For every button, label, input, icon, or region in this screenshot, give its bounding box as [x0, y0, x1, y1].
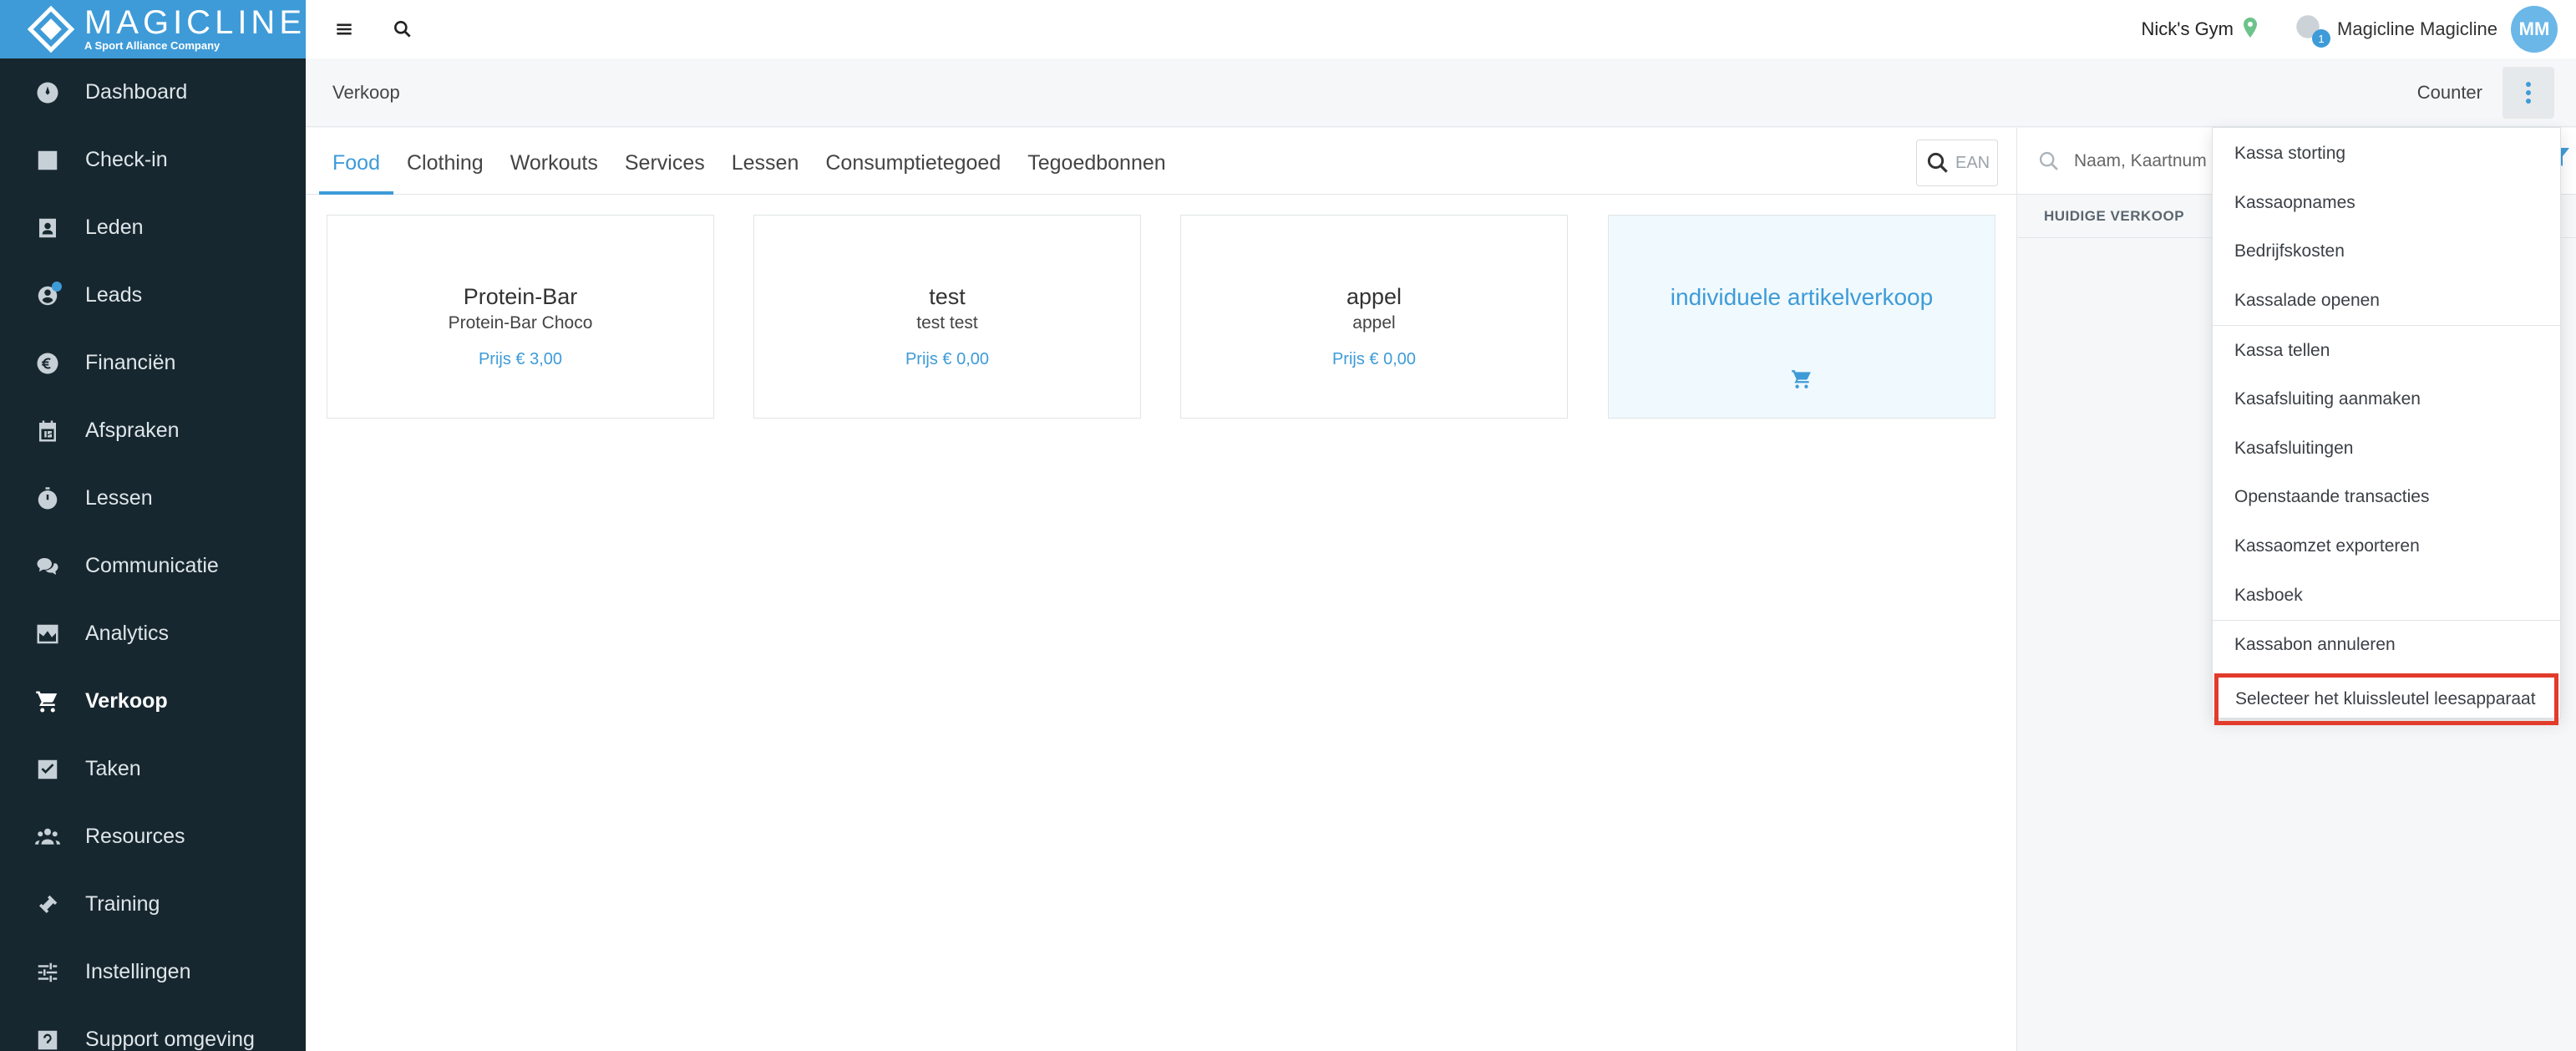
avatar[interactable]: MM: [2511, 6, 2558, 53]
product-subtitle: Protein-Bar Choco: [448, 313, 593, 333]
customer-search-placeholder: Naam, Kaartnum: [2074, 150, 2207, 170]
magicline-logo-icon: [27, 5, 75, 53]
product-subtitle: appel: [1352, 313, 1396, 333]
brand-name: MAGICLINE: [84, 4, 306, 41]
dumbbell-icon: [35, 892, 60, 917]
sidebar-item-support[interactable]: Support omgeving: [0, 1006, 306, 1051]
product-card[interactable]: Protein-Bar Protein-Bar Choco Prijs € 3,…: [327, 215, 714, 419]
tab-workouts[interactable]: Workouts: [497, 151, 611, 194]
sidebar-nav: Dashboard Check-in Leden Leads Financiën…: [0, 58, 306, 1051]
check-in-icon: [35, 148, 60, 173]
sidebar: MAGICLINE A Sport Alliance Company Dashb…: [0, 0, 306, 1051]
menu-item-kassa-tellen[interactable]: Kassa tellen: [2213, 326, 2560, 375]
tab-consumptietegoed[interactable]: Consumptietegoed: [812, 151, 1014, 194]
sidebar-item-leads[interactable]: Leads: [0, 261, 306, 329]
menu-item-kassalade-openen[interactable]: Kassalade openen: [2213, 277, 2560, 326]
global-search-button[interactable]: [386, 13, 419, 46]
more-options-menu: Kassa storting Kassaopnames Bedrijfskost…: [2212, 127, 2561, 725]
menu-item-select-locker-key-reader[interactable]: Selecteer het kluissleutel leesapparaat: [2214, 673, 2558, 725]
product-price: Prijs € 3,00: [478, 350, 563, 368]
menu-item-kasboek[interactable]: Kasboek: [2213, 571, 2560, 620]
product-price: Prijs € 0,00: [905, 350, 990, 368]
stopwatch-icon: [35, 486, 60, 511]
page-title: Verkoop: [332, 81, 400, 103]
sidebar-item-check-in[interactable]: Check-in: [0, 126, 306, 194]
sidebar-item-leden[interactable]: Leden: [0, 194, 306, 261]
product-card[interactable]: appel appel Prijs € 0,00: [1180, 215, 1568, 419]
counter-label: Counter: [2416, 81, 2482, 103]
search-icon: [394, 21, 411, 38]
page-header: Verkoop Counter: [306, 58, 2576, 127]
menu-item-kasafsluitingen[interactable]: Kasafsluitingen: [2213, 424, 2560, 474]
sidebar-item-taken[interactable]: Taken: [0, 735, 306, 803]
sidebar-item-resources[interactable]: Resources: [0, 803, 306, 871]
sidebar-item-communicatie[interactable]: Communicatie: [0, 532, 306, 600]
brand-tagline: A Sport Alliance Company: [84, 39, 221, 52]
product-title: appel: [1346, 284, 1402, 309]
euro-icon: [35, 351, 60, 376]
tab-tegoedbonnen[interactable]: Tegoedbonnen: [1014, 151, 1179, 194]
tab-food[interactable]: Food: [319, 151, 393, 195]
product-panel: Food Clothing Workouts Services Lessen C…: [306, 128, 2016, 1051]
menu-item-kassaomzet-exporteren[interactable]: Kassaomzet exporteren: [2213, 522, 2560, 571]
search-icon: [2039, 151, 2058, 170]
product-price: Prijs € 0,00: [1331, 350, 1417, 368]
ean-search-input[interactable]: EAN: [1916, 140, 1998, 186]
user-name[interactable]: Magicline Magicline: [2337, 18, 2497, 40]
dashboard-icon: [35, 80, 60, 105]
sidebar-item-lessen[interactable]: Lessen: [0, 465, 306, 532]
checkbox-icon: [35, 757, 60, 782]
ean-placeholder: EAN: [1955, 153, 1990, 172]
menu-item-bedrijfskosten[interactable]: Bedrijfskosten: [2213, 227, 2560, 277]
menu-item-kassabon-annuleren[interactable]: Kassabon annuleren: [2213, 621, 2560, 670]
people-icon: [35, 825, 60, 850]
tab-lessen[interactable]: Lessen: [718, 151, 813, 194]
support-icon: [35, 1028, 60, 1051]
sidebar-item-instellingen[interactable]: Instellingen: [0, 938, 306, 1006]
sidebar-item-financien[interactable]: Financiën: [0, 329, 306, 397]
sidebar-item-training[interactable]: Training: [0, 871, 306, 938]
notification-count-badge: 1: [2312, 29, 2331, 48]
chart-icon: [35, 622, 60, 647]
kebab-dot-icon: [2526, 81, 2531, 87]
sliders-icon: [35, 960, 60, 985]
top-bar: Nick's Gym 1 Magicline Magicline MM: [306, 0, 2576, 58]
sidebar-item-verkoop[interactable]: Verkoop: [0, 668, 306, 735]
brand-logo-area[interactable]: MAGICLINE A Sport Alliance Company: [0, 0, 306, 58]
cart-icon: [35, 689, 60, 714]
menu-toggle-button[interactable]: [327, 13, 361, 46]
menu-item-openstaande-transacties[interactable]: Openstaande transacties: [2213, 473, 2560, 522]
notifications-button[interactable]: 1: [2295, 14, 2331, 48]
tab-clothing[interactable]: Clothing: [393, 151, 497, 194]
sidebar-item-analytics[interactable]: Analytics: [0, 600, 306, 668]
menu-item-kassaopnames[interactable]: Kassaopnames: [2213, 179, 2560, 228]
leads-icon: [35, 281, 62, 308]
individual-sale-title: individuele artikelverkoop: [1670, 284, 1934, 310]
product-title: Protein-Bar: [463, 284, 578, 309]
gym-selector[interactable]: Nick's Gym: [2141, 18, 2234, 40]
location-pin-icon: [2242, 17, 2259, 42]
individual-sale-card[interactable]: individuele artikelverkoop: [1608, 215, 1995, 419]
chat-icon: [35, 554, 60, 579]
product-subtitle: test test: [916, 313, 978, 333]
product-title: test: [929, 284, 966, 309]
leads-notification-dot: [52, 281, 62, 292]
members-icon: [35, 216, 60, 241]
category-tabs: Food Clothing Workouts Services Lessen C…: [306, 128, 2016, 195]
sidebar-item-dashboard[interactable]: Dashboard: [0, 58, 306, 126]
cart-icon: [1791, 311, 1813, 393]
product-card[interactable]: test test test Prijs € 0,00: [753, 215, 1141, 419]
tab-services[interactable]: Services: [611, 151, 718, 194]
more-options-button[interactable]: [2502, 66, 2554, 119]
search-icon: [1927, 152, 1948, 173]
sidebar-item-afspraken[interactable]: Afspraken: [0, 397, 306, 465]
calendar-icon: [35, 419, 60, 444]
menu-item-kasafsluiting-aanmaken[interactable]: Kasafsluiting aanmaken: [2213, 375, 2560, 424]
menu-item-kassa-storting[interactable]: Kassa storting: [2213, 129, 2560, 179]
hamburger-icon: [337, 23, 352, 35]
